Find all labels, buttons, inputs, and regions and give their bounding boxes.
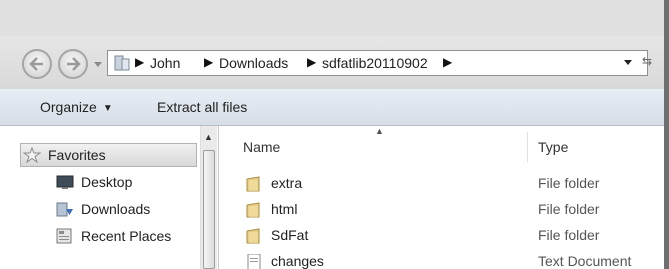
nav-recent-places[interactable]: Recent Places <box>56 226 171 246</box>
window-border <box>664 0 669 269</box>
breadcrumb-separator-icon[interactable]: ▶ <box>307 55 316 69</box>
file-name: extra <box>271 175 303 191</box>
title-bar <box>0 0 664 36</box>
file-type: File folder <box>538 175 600 191</box>
sort-ascending-icon: ▲ <box>375 126 384 136</box>
forward-arrow-icon <box>67 57 81 71</box>
address-dropdown-icon[interactable] <box>623 57 633 67</box>
nav-downloads[interactable]: Downloads <box>56 199 150 219</box>
organize-menu[interactable]: Organize ▼ <box>40 99 113 115</box>
file-type: File folder <box>538 201 600 217</box>
file-row-sdfat[interactable]: SdFat File folder <box>219 223 664 249</box>
nav-pane-scrollbar[interactable]: ▲ <box>200 126 217 269</box>
chevron-down-icon: ▼ <box>102 103 113 114</box>
file-name: SdFat <box>271 227 309 243</box>
scroll-up-icon[interactable]: ▲ <box>204 132 213 142</box>
organize-label: Organize <box>40 99 97 115</box>
recent-places-icon <box>56 228 72 244</box>
recent-places-label: Recent Places <box>81 228 172 244</box>
column-divider[interactable] <box>527 132 528 162</box>
back-button[interactable] <box>22 49 52 79</box>
nav-desktop[interactable]: Desktop <box>56 172 132 192</box>
breadcrumb-separator-icon[interactable]: ▶ <box>135 55 144 69</box>
desktop-label: Desktop <box>81 174 133 190</box>
forward-button[interactable] <box>58 49 88 79</box>
breadcrumb-sdfatlib[interactable]: sdfatlib20110902 <box>322 55 428 71</box>
folder-location-icon <box>114 55 130 71</box>
command-bar: Organize ▼ Extract all files <box>0 89 664 126</box>
breadcrumb-john[interactable]: John <box>150 55 180 71</box>
column-header-type[interactable]: Type <box>538 139 568 155</box>
star-icon <box>23 147 41 163</box>
downloads-label: Downloads <box>81 201 151 217</box>
explorer-window: ▶ John ▶ Downloads ▶ sdfatlib20110902 ▶ … <box>0 0 669 269</box>
nav-favorites[interactable]: Favorites <box>23 145 106 165</box>
navigation-pane: Favorites Desktop Downloads Recent Place… <box>0 126 219 269</box>
desktop-icon <box>56 175 74 189</box>
breadcrumb-separator-icon[interactable]: ▶ <box>204 55 213 69</box>
refresh-icon[interactable]: ⇆ <box>642 54 656 72</box>
chevron-down-icon <box>94 62 102 67</box>
file-row-extra[interactable]: extra File folder <box>219 171 664 197</box>
file-row-html[interactable]: html File folder <box>219 197 664 223</box>
breadcrumb-separator-icon[interactable]: ▶ <box>443 55 452 69</box>
file-name: changes <box>271 253 324 269</box>
recent-pages-button[interactable] <box>92 58 104 72</box>
file-type: Text Document <box>538 253 632 269</box>
extract-all-button[interactable]: Extract all files <box>157 99 247 115</box>
text-document-icon <box>247 254 261 269</box>
file-type: File folder <box>538 227 600 243</box>
scrollbar-thumb[interactable] <box>203 150 215 269</box>
file-row-changes[interactable]: changes Text Document <box>219 249 664 269</box>
folder-icon <box>246 202 260 218</box>
folder-icon <box>246 228 260 244</box>
column-header-name[interactable]: Name <box>243 139 280 155</box>
breadcrumb-downloads[interactable]: Downloads <box>219 55 288 71</box>
favorites-label: Favorites <box>48 147 106 163</box>
folder-icon <box>246 176 260 192</box>
file-list: ▲ Name Type extra File folder html File … <box>219 126 664 269</box>
back-arrow-icon <box>29 57 43 71</box>
file-name: html <box>271 201 298 217</box>
address-bar[interactable]: ▶ John ▶ Downloads ▶ sdfatlib20110902 ▶ … <box>107 50 652 76</box>
downloads-icon <box>56 202 73 217</box>
